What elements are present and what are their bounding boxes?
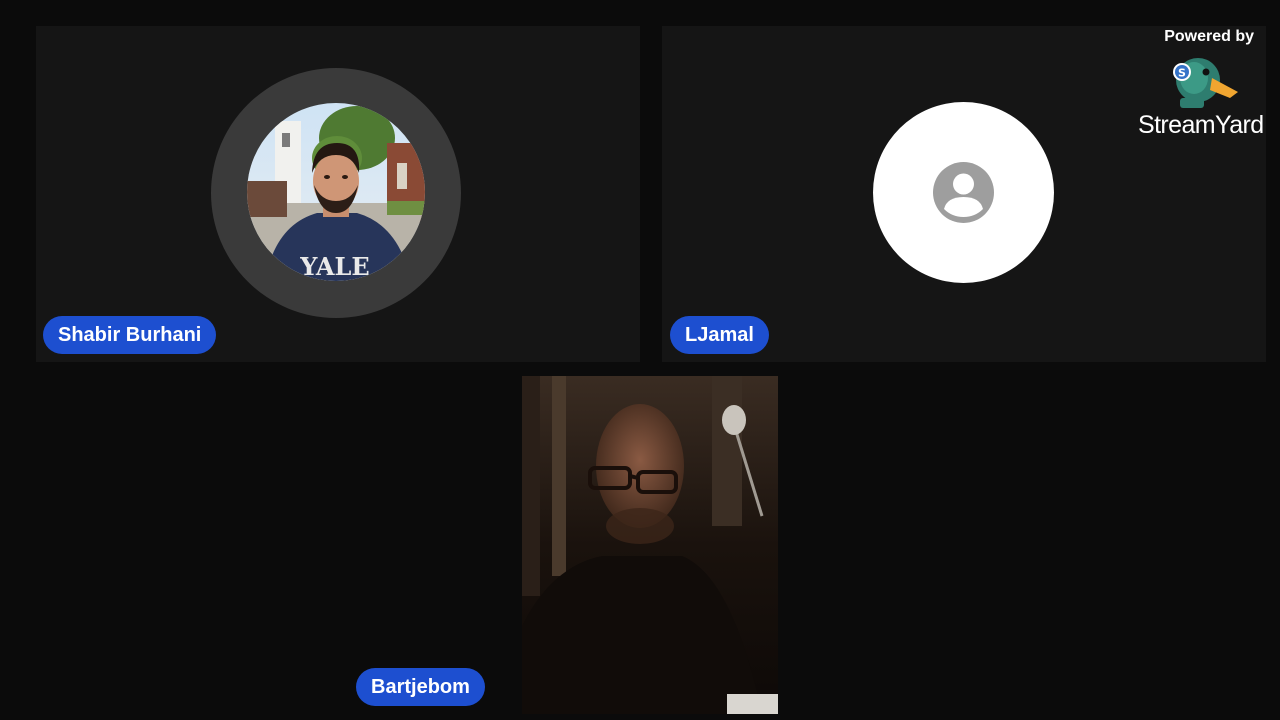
shirt-text: YALE <box>299 252 369 281</box>
name-label-bartjebom: Bartjebom <box>356 668 485 706</box>
powered-by-label: Powered by <box>1164 28 1254 45</box>
brand-name: StreamYard <box>1138 111 1264 139</box>
svg-text:S: S <box>1178 67 1186 80</box>
video-feed-bartjebom <box>522 376 778 714</box>
stream-canvas: YALE Shabir Burhani LJamal Bartjebom Pow… <box>0 0 1280 720</box>
person-placeholder-icon <box>933 162 994 223</box>
duck-logo-icon: S <box>1170 56 1240 113</box>
avatar-shabir: YALE <box>247 103 425 281</box>
name-label-ljamal: LJamal <box>670 316 769 354</box>
avatar-ljamal <box>873 102 1054 283</box>
name-label-shabir: Shabir Burhani <box>43 316 217 354</box>
